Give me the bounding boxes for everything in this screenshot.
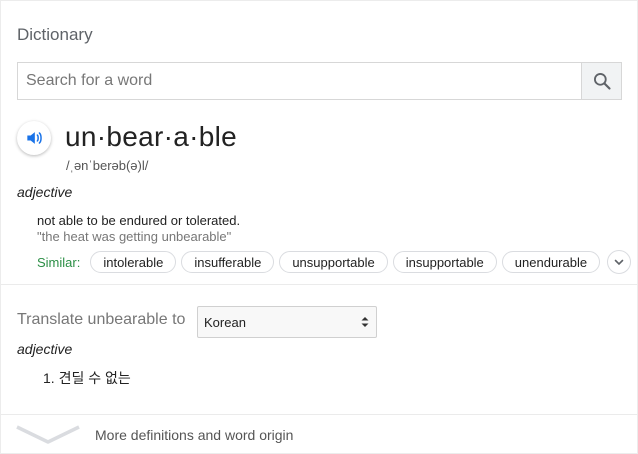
speaker-icon: [27, 132, 42, 144]
chevron-down-icon: [614, 259, 624, 266]
example-sentence: "the heat was getting unbearable": [37, 229, 232, 244]
similar-chip[interactable]: insufferable: [181, 251, 275, 273]
translation-part-of-speech: adjective: [17, 341, 73, 357]
search-icon: [593, 73, 611, 90]
search-box: [17, 62, 622, 100]
more-similar-button[interactable]: [607, 250, 632, 274]
translate-label: Translate unbearable to: [17, 311, 186, 328]
similar-label: Similar:: [37, 254, 81, 270]
similar-chip[interactable]: insupportable: [392, 251, 497, 273]
pronunciation-button[interactable]: [17, 121, 51, 155]
chevron-down-icon[interactable]: [15, 424, 81, 446]
part-of-speech: adjective: [17, 184, 73, 200]
language-select[interactable]: Korean: [197, 306, 377, 338]
phonetic: /ˌənˈberəb(ə)l/: [66, 158, 149, 173]
dictionary-card: Dictionary un·bear·a·ble /ˌənˈberəb(ə)l/…: [0, 0, 638, 454]
similar-chip[interactable]: intolerable: [90, 251, 177, 273]
divider: [1, 414, 638, 415]
search-button[interactable]: [581, 63, 621, 99]
similar-chip[interactable]: unendurable: [501, 251, 601, 273]
selected-language: Korean: [204, 314, 246, 330]
divider: [1, 284, 638, 285]
more-definitions-link[interactable]: More definitions and word origin: [95, 427, 293, 443]
headword: un·bear·a·ble: [65, 121, 237, 152]
card-title: Dictionary: [17, 25, 93, 44]
similar-chip[interactable]: unsupportable: [279, 251, 388, 273]
similar-words: Similar: intolerable insufferable unsupp…: [37, 250, 632, 274]
search-input[interactable]: [18, 63, 581, 99]
select-arrows-icon: [361, 317, 369, 327]
translation-item: 1. 견딜 수 없는: [43, 370, 131, 386]
definition: not able to be endured or tolerated.: [37, 213, 241, 228]
